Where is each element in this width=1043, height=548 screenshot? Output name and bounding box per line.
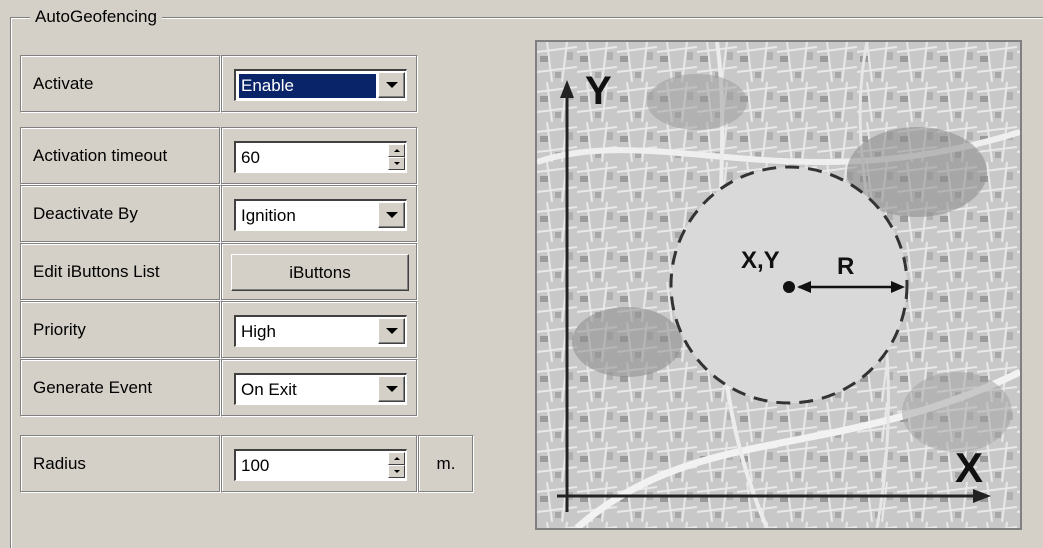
edit-ibuttons-row: Edit iButtons List iButtons — [20, 243, 420, 301]
generate-event-combo[interactable]: On Exit — [234, 373, 407, 405]
radius-symbol-label: R — [837, 253, 854, 280]
deactivate-by-label: Deactivate By — [20, 185, 221, 243]
activation-timeout-cell: 60 — [221, 127, 418, 185]
generate-event-value: On Exit — [241, 380, 297, 399]
deactivate-by-cell: Ignition — [221, 185, 418, 243]
activate-dropdown-button[interactable] — [378, 72, 405, 98]
center-label: X,Y — [741, 247, 780, 274]
spin-down-button[interactable] — [388, 157, 405, 170]
geofence-diagram: Y X X,Y R — [535, 40, 1022, 531]
activate-combo[interactable]: Enable — [234, 69, 407, 101]
radius-spinner[interactable]: 100 — [234, 449, 407, 481]
center-point — [783, 281, 795, 293]
radius-value[interactable]: 100 — [239, 454, 376, 478]
priority-label: Priority — [20, 301, 221, 359]
chevron-down-icon — [385, 386, 398, 392]
spin-down-button[interactable] — [388, 465, 405, 478]
generate-event-label: Generate Event — [20, 359, 221, 417]
arrow-up-icon — [393, 457, 400, 460]
radius-row: Radius 100 m. — [20, 435, 476, 493]
generate-event-row: Generate Event On Exit — [20, 359, 420, 417]
deactivate-by-combo[interactable]: Ignition — [234, 199, 407, 231]
activate-value: Enable — [239, 74, 376, 98]
activation-timeout-row: Activation timeout 60 — [20, 127, 420, 185]
ibuttons-button[interactable]: iButtons — [231, 254, 409, 291]
priority-cell: High — [221, 301, 418, 359]
arrow-down-icon — [393, 162, 400, 165]
chevron-down-icon — [385, 212, 398, 218]
radius-unit: m. — [418, 435, 474, 493]
priority-row: Priority High — [20, 301, 420, 359]
arrow-up-icon — [393, 149, 400, 152]
deactivate-by-dropdown-button[interactable] — [378, 202, 405, 228]
y-axis-label: Y — [585, 69, 612, 113]
activate-label: Activate — [20, 55, 221, 113]
group-title: AutoGeofencing — [30, 4, 162, 30]
priority-dropdown-button[interactable] — [378, 318, 405, 344]
chevron-down-icon — [385, 82, 398, 88]
activation-timeout-label: Activation timeout — [20, 127, 221, 185]
activate-row: Activate Enable — [20, 55, 420, 113]
activation-timeout-value[interactable]: 60 — [239, 146, 376, 170]
spin-buttons — [388, 452, 405, 478]
deactivate-by-value: Ignition — [241, 206, 296, 225]
map-forest — [572, 307, 682, 377]
generate-event-dropdown-button[interactable] — [378, 376, 405, 402]
generate-event-cell: On Exit — [221, 359, 418, 417]
deactivate-by-row: Deactivate By Ignition — [20, 185, 420, 243]
spin-up-button[interactable] — [388, 144, 405, 157]
geofence-illustration: Y X X,Y R — [536, 41, 1022, 531]
edit-ibuttons-cell: iButtons — [221, 243, 418, 301]
priority-combo[interactable]: High — [234, 315, 407, 347]
x-axis-label: X — [955, 444, 983, 491]
map-forest — [902, 372, 1012, 452]
spin-up-button[interactable] — [388, 452, 405, 465]
spin-buttons — [388, 144, 405, 170]
edit-ibuttons-label: Edit iButtons List — [20, 243, 221, 301]
priority-value: High — [241, 322, 276, 341]
radius-label: Radius — [20, 435, 221, 493]
chevron-down-icon — [385, 328, 398, 334]
map-forest — [647, 74, 747, 130]
activation-timeout-spinner[interactable]: 60 — [234, 141, 407, 173]
activate-cell: Enable — [221, 55, 418, 113]
arrow-down-icon — [393, 470, 400, 473]
radius-cell: 100 — [221, 435, 418, 493]
